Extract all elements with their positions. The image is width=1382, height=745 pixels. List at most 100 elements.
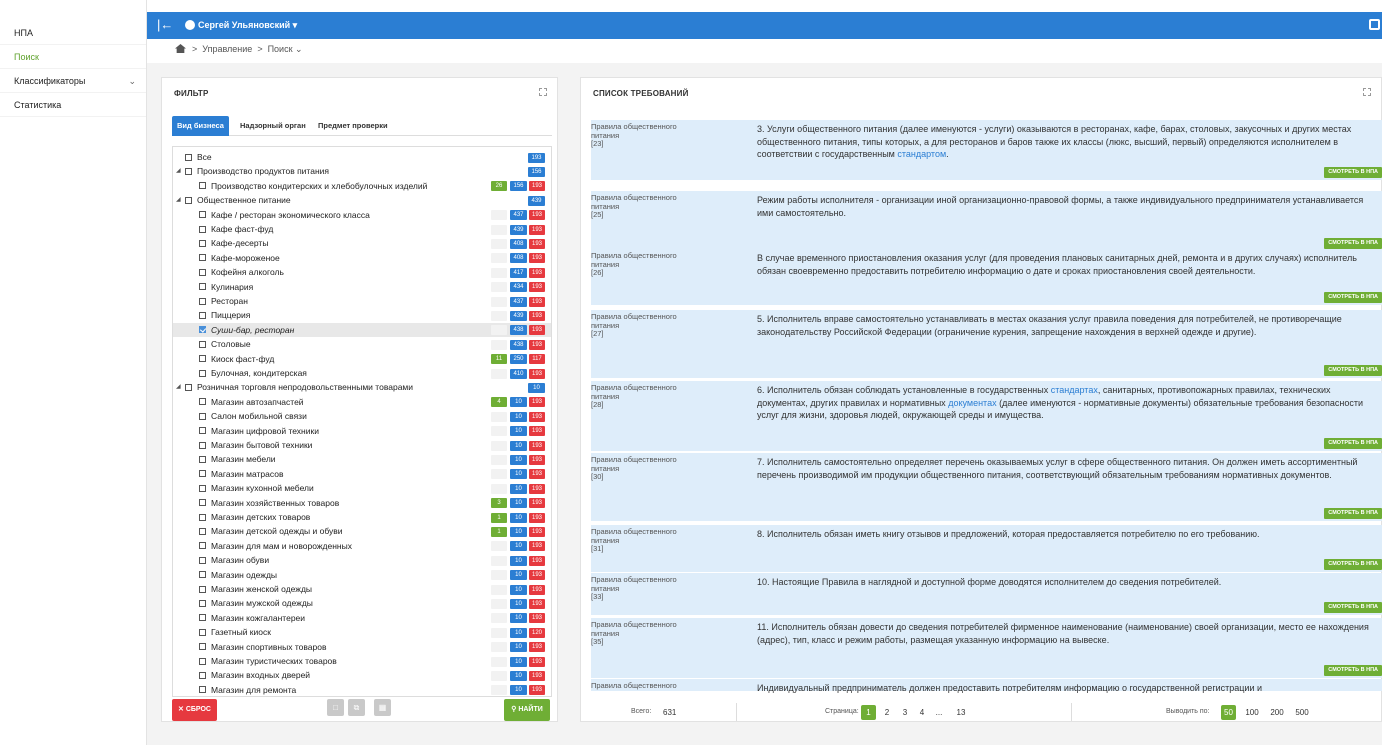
view-in-npa-button[interactable]: СМОТРЕТЬ В НПА — [1324, 602, 1382, 613]
tree-row[interactable]: Булочная, кондитерская 410 193 — [173, 366, 551, 380]
find-button[interactable]: ⚲ НАЙТИ — [504, 699, 550, 721]
tree-row[interactable]: Газетный киоск 10 120 — [173, 625, 551, 639]
tree-checkbox[interactable] — [199, 571, 206, 579]
view-in-npa-button[interactable]: СМОТРЕТЬ В НПА — [1324, 238, 1382, 249]
tree-checkbox[interactable] — [199, 182, 206, 190]
tree-checkbox[interactable] — [199, 556, 206, 564]
page-number[interactable]: 13 — [955, 705, 967, 720]
tree-row[interactable]: Магазин одежды 10 193 — [173, 568, 551, 582]
tree-checkbox[interactable] — [199, 254, 206, 262]
tree-row[interactable]: Магазин детской одежды и обуви 1 10 193 — [173, 524, 551, 538]
tree-row[interactable]: Магазин женской одежды 10 193 — [173, 582, 551, 596]
tree-checkbox[interactable] — [199, 455, 206, 463]
tree-checkbox[interactable] — [199, 686, 206, 694]
tree-checkbox[interactable] — [199, 427, 206, 435]
view-in-npa-button[interactable]: СМОТРЕТЬ В НПА — [1324, 508, 1382, 519]
tree-checkbox[interactable] — [199, 657, 206, 665]
tree-checkbox[interactable] — [199, 326, 206, 334]
sidebar-item-classifiers[interactable]: Классификаторы ⌄ — [0, 69, 146, 93]
tree-checkbox[interactable] — [199, 470, 206, 478]
view-in-npa-button[interactable]: СМОТРЕТЬ В НПА — [1324, 665, 1382, 676]
tree-checkbox[interactable] — [199, 441, 206, 449]
tree-row[interactable]: ◢ Розничная торговля непродовольственными… — [173, 380, 551, 394]
tree-checkbox[interactable] — [199, 513, 206, 521]
breadcrumb-item[interactable]: Управление — [202, 44, 252, 54]
tree-row[interactable]: Магазин спортивных товаров 10 193 — [173, 640, 551, 654]
tab-inspection-subject[interactable]: Предмет проверки — [313, 116, 393, 136]
tab-business-type[interactable]: Вид бизнеса — [172, 116, 229, 136]
reset-button[interactable]: ✕ СБРОС — [172, 699, 217, 721]
tree-row[interactable]: Производство кондитерских и хлебобулочны… — [173, 179, 551, 193]
tree-checkbox[interactable] — [185, 167, 192, 175]
user-menu[interactable]: Сергей Ульяновский ▾ — [185, 20, 297, 31]
tree-row[interactable]: Магазин автозапчастей 4 10 193 — [173, 395, 551, 409]
tree-checkbox[interactable] — [199, 614, 206, 622]
per-page-option[interactable]: 500 — [1292, 705, 1312, 720]
tree-checkbox[interactable] — [185, 383, 192, 391]
tree-row[interactable]: Кафе-мороженое 408 193 — [173, 251, 551, 265]
tree-row[interactable]: Ресторан 437 193 — [173, 294, 551, 308]
tree-checkbox[interactable] — [199, 283, 206, 291]
collapse-sidebar-icon[interactable]: |← — [157, 17, 173, 32]
page-number[interactable]: 2 — [881, 705, 893, 720]
tree-checkbox[interactable] — [199, 239, 206, 247]
sidebar-item-npa[interactable]: НПА — [0, 21, 146, 45]
tree-row[interactable]: Магазин бытовой техники 10 193 — [173, 438, 551, 452]
tree-row[interactable]: Магазин мебели 10 193 — [173, 452, 551, 466]
tab-supervisory-body[interactable]: Надзорный орган — [235, 116, 311, 136]
tree-row[interactable]: Магазин туристических товаров 10 193 — [173, 654, 551, 668]
tree-checkbox[interactable] — [199, 643, 206, 651]
tree-row[interactable]: Магазин кухонной мебели 10 193 — [173, 481, 551, 495]
tree-checkbox[interactable] — [199, 311, 206, 319]
tree-row[interactable]: ◢ Производство продуктов питания 156 — [173, 164, 551, 178]
tree-checkbox[interactable] — [199, 671, 206, 679]
expand-icon[interactable] — [539, 88, 547, 96]
tree-row[interactable]: Суши-бар, ресторан 438 193 — [173, 322, 551, 338]
view-in-npa-button[interactable]: СМОТРЕТЬ В НПА — [1324, 438, 1382, 449]
tree-row[interactable]: Магазин мужской одежды 10 193 — [173, 596, 551, 610]
tree-checkbox[interactable] — [199, 412, 206, 420]
tree-checkbox[interactable] — [199, 542, 206, 550]
tree-checkbox[interactable] — [199, 628, 206, 636]
tree-row[interactable]: Магазин входных дверей 10 193 — [173, 668, 551, 682]
tree-checkbox[interactable] — [185, 196, 192, 204]
tree-checkbox[interactable] — [185, 153, 192, 161]
view-in-npa-button[interactable]: СМОТРЕТЬ В НПА — [1324, 167, 1382, 178]
document-link[interactable]: документах — [948, 398, 996, 408]
tree-row[interactable]: Магазин хозяйственных товаров 3 10 193 — [173, 496, 551, 510]
per-page-option[interactable]: 200 — [1267, 705, 1287, 720]
expand-toggle-icon[interactable]: ◢ — [176, 193, 181, 207]
tree-checkbox[interactable] — [199, 527, 206, 535]
tree-row[interactable]: Кулинария 434 193 — [173, 280, 551, 294]
expand-icon[interactable] — [1363, 88, 1371, 96]
standard-link[interactable]: стандартом — [897, 149, 946, 159]
window-icon[interactable] — [1369, 19, 1380, 30]
tree-row[interactable]: Все 193 — [173, 150, 551, 164]
tree-checkbox[interactable] — [199, 599, 206, 607]
tree-row[interactable]: Магазин для мам и новорожденных 10 193 — [173, 539, 551, 553]
tree-checkbox[interactable] — [199, 355, 206, 363]
page-number[interactable]: 1 — [861, 705, 876, 720]
standard-link[interactable]: стандартах — [1051, 385, 1098, 395]
tree-checkbox[interactable] — [199, 484, 206, 492]
page-number[interactable]: 3 — [899, 705, 911, 720]
sidebar-item-statistics[interactable]: Статистика — [0, 93, 146, 117]
view-in-npa-button[interactable]: СМОТРЕТЬ В НПА — [1324, 559, 1382, 570]
tree-checkbox[interactable] — [199, 499, 206, 507]
tree-row[interactable]: Магазин обуви 10 193 — [173, 553, 551, 567]
tree-row[interactable]: Салон мобильной связи 10 193 — [173, 409, 551, 423]
breadcrumb-item[interactable]: Поиск — [268, 44, 293, 54]
page-number[interactable]: ... — [933, 705, 945, 720]
tree-row[interactable]: Магазин матрасов 10 193 — [173, 467, 551, 481]
tree-row[interactable]: Кофейня алкоголь 417 193 — [173, 265, 551, 279]
tree-row[interactable]: Магазин цифровой техники 10 193 — [173, 424, 551, 438]
tree-row[interactable]: Магазин для ремонта 10 193 — [173, 683, 551, 696]
tree-checkbox[interactable] — [199, 398, 206, 406]
view-double-icon[interactable]: ⧉ — [348, 699, 365, 716]
tree-row[interactable]: Магазин кожгалантереи 10 193 — [173, 611, 551, 625]
tree-row[interactable]: Киоск фаст-фуд 11 250 117 — [173, 352, 551, 366]
tree-checkbox[interactable] — [199, 297, 206, 305]
tree-checkbox[interactable] — [199, 225, 206, 233]
expand-toggle-icon[interactable]: ◢ — [176, 164, 181, 178]
tree-checkbox[interactable] — [199, 268, 206, 276]
